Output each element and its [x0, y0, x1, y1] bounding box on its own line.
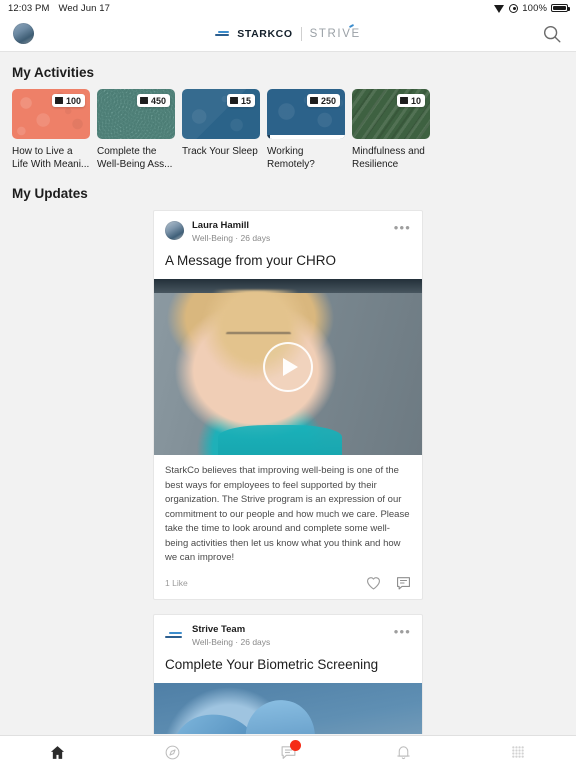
- activity-tile[interactable]: 100: [12, 89, 90, 139]
- screening-photo: [154, 682, 422, 734]
- gift-icon: [399, 96, 408, 105]
- activity-label: Working Remotely? Keep...: [267, 146, 315, 170]
- like-count: 1 Like: [165, 577, 188, 588]
- points-badge: 250: [306, 94, 340, 107]
- status-date: Wed Jun 17: [58, 2, 110, 14]
- points-value: 15: [240, 95, 251, 106]
- points-badge: 15: [226, 94, 255, 107]
- activity-label: How to Live a Life With Meani...: [12, 146, 90, 170]
- starkco-logo-icon: [215, 30, 230, 37]
- points-badge: 450: [136, 94, 170, 107]
- unread-badge: [289, 740, 301, 751]
- points-badge: 100: [51, 94, 85, 107]
- brand-product-name: STRIVE: [309, 23, 361, 40]
- compass-icon: [164, 744, 181, 761]
- app-bar: STARKCO STRIVE: [0, 16, 576, 52]
- status-bar: 12:03 PM Wed Jun 17 100%: [0, 0, 576, 16]
- points-value: 10: [410, 95, 421, 106]
- grid-icon: [510, 744, 526, 760]
- gift-icon: [229, 96, 238, 105]
- battery-percent: 100%: [522, 2, 547, 14]
- points-value: 450: [150, 95, 166, 106]
- heart-icon[interactable]: [366, 576, 381, 590]
- strive-team-logo-icon: [165, 626, 184, 645]
- post-image[interactable]: [154, 682, 422, 734]
- activity-progress-bar: [267, 135, 345, 139]
- activity-card[interactable]: 10 Mindfulness and Resilience Traini...: [352, 89, 430, 171]
- post-card[interactable]: Strive Team Well-Being · 26 days ••• Com…: [153, 613, 423, 734]
- brand-lockup: STARKCO STRIVE: [0, 16, 576, 51]
- search-icon[interactable]: [541, 23, 563, 45]
- post-title: A Message from your CHRO: [165, 253, 337, 268]
- location-icon: [509, 3, 519, 13]
- bell-icon: [395, 744, 412, 761]
- activity-tile[interactable]: 450: [97, 89, 175, 139]
- gift-icon: [54, 96, 63, 105]
- more-options-icon[interactable]: •••: [394, 624, 411, 638]
- activity-label: Complete the Well-Being Ass...: [97, 146, 173, 170]
- strive-accent-icon: [348, 23, 354, 28]
- post-body: StarkCo believes that improving well-bei…: [165, 465, 410, 563]
- more-options-icon[interactable]: •••: [394, 220, 411, 234]
- post-author: Strive Team: [192, 623, 246, 635]
- home-icon: [49, 744, 66, 761]
- activity-card[interactable]: 100 How to Live a Life With Meani...: [12, 89, 90, 171]
- activity-card[interactable]: 15 Track Your Sleep: [182, 89, 260, 171]
- post-header: Strive Team Well-Being · 26 days •••: [154, 615, 422, 648]
- status-time: 12:03 PM: [8, 2, 50, 14]
- post-card[interactable]: Laura Hamill Well-Being · 26 days ••• A …: [153, 210, 423, 600]
- nav-item-explore[interactable]: [115, 736, 230, 768]
- post-video-thumbnail[interactable]: [154, 279, 422, 455]
- comment-icon[interactable]: [396, 576, 411, 590]
- activities-section-title: My Activities: [12, 65, 95, 80]
- post-header: Laura Hamill Well-Being · 26 days •••: [154, 211, 422, 244]
- avatar[interactable]: [13, 23, 34, 44]
- post-title: Complete Your Biometric Screening: [165, 656, 379, 672]
- brand-divider: [300, 26, 302, 41]
- post-author: Laura Hamill: [192, 220, 250, 231]
- battery-icon: [551, 3, 570, 13]
- author-avatar[interactable]: [165, 221, 184, 240]
- activity-tile[interactable]: 10: [352, 89, 430, 139]
- wifi-icon: [494, 4, 505, 13]
- nav-item-messages[interactable]: [230, 736, 345, 768]
- updates-section-title: My Updates: [12, 186, 88, 201]
- nav-item-notifications[interactable]: [346, 736, 461, 768]
- gift-icon: [309, 96, 318, 105]
- post-actions: 1 Like: [154, 566, 422, 599]
- post-subtitle: Well-Being · 26 days: [192, 636, 271, 647]
- activity-label: Track Your Sleep: [182, 146, 258, 157]
- post-subtitle: Well-Being · 26 days: [192, 233, 271, 243]
- points-badge: 10: [396, 94, 425, 107]
- updates-feed: Laura Hamill Well-Being · 26 days ••• A …: [0, 210, 576, 734]
- brand-product-text: STRIVE: [309, 27, 361, 40]
- points-value: 100: [65, 95, 81, 106]
- brand-company-name: STARKCO: [237, 27, 293, 40]
- scroll-content[interactable]: My Activities 100 How to Live a Life Wit…: [0, 52, 576, 734]
- bottom-navigation: [0, 735, 576, 768]
- play-icon[interactable]: [263, 342, 313, 392]
- activities-carousel[interactable]: 100 How to Live a Life With Meani... 450…: [0, 89, 576, 171]
- points-value: 250: [320, 95, 336, 106]
- nav-item-more[interactable]: [461, 736, 576, 768]
- nav-item-home[interactable]: [0, 736, 115, 768]
- activity-tile[interactable]: 250: [267, 89, 345, 139]
- activity-card[interactable]: 250 Working Remotely? Keep...: [267, 89, 345, 171]
- activity-card[interactable]: 450 Complete the Well-Being Ass...: [97, 89, 175, 171]
- gift-icon: [139, 96, 148, 105]
- activity-label: Mindfulness and Resilience Traini...: [352, 146, 425, 170]
- activity-tile[interactable]: 15: [182, 89, 260, 139]
